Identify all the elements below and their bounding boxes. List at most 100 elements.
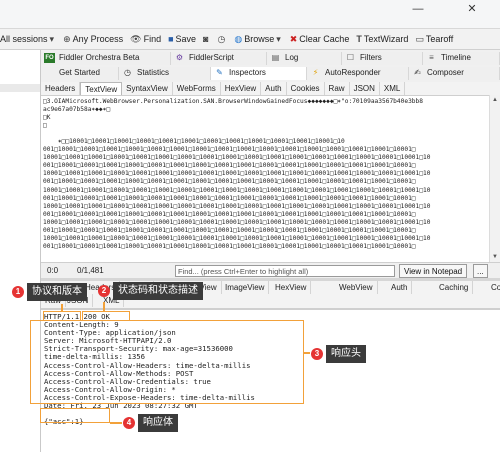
tab-autoresponder[interactable]: ⚡ AutoResponder [307, 67, 409, 80]
find-button[interactable]: 👁 Find [130, 34, 161, 45]
scroll-down-icon[interactable]: ▼ [492, 254, 498, 260]
request-body-line: 10001□10001□10001□10001□10001□10001□1000… [43, 170, 431, 178]
browse-label: Browse [244, 34, 275, 44]
response-tab-hexview[interactable]: HexView [271, 281, 312, 294]
request-body-line: 10001□10001□10001□10001□10001□10001□1000… [43, 186, 431, 194]
request-tab-auth[interactable]: Auth [261, 82, 287, 95]
script-icon: ⚙ [175, 53, 184, 62]
tab-row-2: Get Started ◷ Statistics ✎ Inspectors ⚡ AutoRe… [41, 67, 500, 80]
clock-icon: ◷ [124, 68, 131, 77]
filter-icon: ☐ [346, 53, 355, 62]
response-tab-webview[interactable]: WebView [335, 281, 378, 294]
request-tab-webforms[interactable]: WebForms [173, 82, 221, 95]
bolt-icon: ⚡ [312, 68, 319, 77]
body-highlight [40, 408, 110, 423]
close-button[interactable]: ✕ [452, 0, 492, 20]
main-toolbar: All sessions ▾ ⊕ Any Process 👁 Find ■ Sa… [0, 29, 500, 50]
response-tab-cookies[interactable]: Cookies [487, 281, 500, 294]
callout-1-label: 协议和版本 [27, 283, 87, 301]
tab-label: AutoResponder [325, 68, 381, 77]
textwizard-button[interactable]: T TextWizard [356, 34, 408, 44]
request-body-line: ac9e67a07b58a✶◆◆✶□ [43, 106, 111, 114]
request-tab-xml[interactable]: XML [380, 82, 406, 95]
response-header-line [44, 410, 497, 418]
selection-range: 0/1,481 [77, 266, 104, 275]
tab-log[interactable]: ▤ Log [267, 52, 342, 65]
clear-x-icon: ✖ [289, 33, 298, 44]
request-text-view[interactable]: □3.OIAMicrosoft.WebBrowser.Personalizati… [41, 95, 489, 262]
request-body-line: 001□10001□10001□10001□10001□10001□10001□… [43, 194, 416, 202]
timer-icon: ◷ [217, 33, 226, 44]
callout-3-label: 响应头 [326, 345, 366, 363]
request-body-line: 10001□10001□10001□10001□10001□10001□1000… [43, 154, 431, 162]
request-tab-syntaxview[interactable]: SyntaxView [122, 82, 173, 95]
callout-2-number: 2 [98, 285, 110, 297]
view-in-notepad-button[interactable]: View in Notepad [399, 264, 468, 278]
tab-label: Timeline [441, 53, 471, 62]
request-tab-hexview[interactable]: HexView [221, 82, 262, 95]
more-options-button[interactable]: ... [473, 264, 488, 278]
log-icon: ▤ [271, 53, 280, 62]
response-tab-imageview[interactable]: ImageView [221, 281, 270, 294]
tab-label: Fiddler Orchestra Beta [59, 53, 140, 62]
tab-label: Composer [427, 68, 464, 77]
fo-icon: FO [44, 53, 55, 63]
screenshot-button[interactable]: ◙ [203, 34, 210, 44]
session-row[interactable] [0, 84, 40, 92]
request-body-line: 10001□10001□10001□10001□10001□10001□1000… [43, 202, 431, 210]
tab-label: FiddlerScript [189, 53, 234, 62]
request-body-line [43, 130, 487, 138]
tab-label: Statistics [137, 68, 170, 77]
request-body-line: □3.OIAMicrosoft.WebBrowser.Personalizati… [43, 98, 423, 105]
request-status-bar: 0:0 0/1,481 Find... (press Ctrl+Enter to… [41, 262, 500, 278]
timer-button[interactable]: ◷ [217, 34, 227, 45]
request-tab-raw[interactable]: Raw [325, 82, 350, 95]
response-tab-auth[interactable]: Auth [387, 281, 413, 294]
tab-label: Log [285, 53, 299, 62]
request-body-line: □K [43, 114, 51, 122]
save-button[interactable]: ■ Save [168, 34, 196, 44]
any-process-label: Any Process [72, 34, 124, 44]
tab-composer[interactable]: ✍ Composer [409, 67, 500, 80]
tab-get-started[interactable]: Get Started [41, 67, 119, 80]
callout-2-label: 状态码和状态描述 [113, 282, 203, 300]
crosshair-icon: ⊕ [63, 33, 71, 44]
any-process-button[interactable]: ⊕ Any Process [63, 34, 123, 45]
tearoff-label: Tearoff [425, 34, 454, 44]
tearoff-icon: ▭ [415, 33, 424, 44]
tab-row-1: FO Fiddler Orchestra Beta ⚙ FiddlerScript ▤ L… [41, 52, 500, 65]
inspect-icon: ✎ [216, 68, 223, 77]
tab-fiddler-orchestra-beta[interactable]: FO Fiddler Orchestra Beta [41, 52, 171, 65]
chevron-down-icon: ▾ [49, 33, 55, 44]
textwizard-label: TextWizard [363, 34, 409, 44]
request-tab-textview[interactable]: TextView [80, 82, 123, 95]
tab-label: Get Started [59, 68, 100, 77]
request-tab-json[interactable]: JSON [350, 82, 380, 95]
request-body-line: 001□10001□10001□10001□10001□10001□10001□… [43, 210, 416, 218]
tab-filters[interactable]: ☐ Filters [342, 52, 423, 65]
scroll-up-icon[interactable]: ▲ [492, 97, 498, 103]
browse-button[interactable]: ◍ Browse ▾ [234, 34, 282, 45]
request-body-line: 001□10001□10001□10001□10001□10001□10001□… [43, 242, 416, 250]
request-body-line: 001□10001□10001□10001□10001□10001□10001□… [43, 146, 416, 154]
response-inspector-tabs: RawJSONXMLHeadersTextViewSyntaxViewImage… [41, 281, 500, 309]
tab-label: Filters [360, 53, 382, 62]
request-scrollbar[interactable]: ▲ ▼ [489, 95, 500, 262]
request-body-line: 10001□10001□10001□10001□10001□10001□1000… [43, 218, 431, 226]
connector-line-1 [61, 304, 63, 311]
chevron-down-icon: ▾ [276, 33, 281, 44]
timeline-icon: ≡ [429, 53, 434, 62]
request-body-text: □3.OIAMicrosoft.WebBrowser.Personalizati… [43, 98, 487, 251]
tab-statistics[interactable]: ◷ Statistics [119, 67, 211, 80]
tab-inspectors[interactable]: ✎ Inspectors [211, 67, 307, 80]
clear-cache-button[interactable]: ✖ Clear Cache [290, 34, 350, 45]
session-filter-dropdown[interactable]: All sessions ▾ [0, 34, 56, 45]
find-input[interactable]: Find... (press Ctrl+Enter to highlight a… [175, 265, 395, 277]
tearoff-button[interactable]: ▭ Tearoff [415, 34, 453, 45]
minimize-button[interactable]: — [398, 0, 438, 20]
tab-timeline[interactable]: ≡ Timeline [423, 52, 500, 65]
request-tab-cookies[interactable]: Cookies [287, 82, 325, 95]
tab-fiddlerscript[interactable]: ⚙ FiddlerScript [171, 52, 267, 65]
response-tab-caching[interactable]: Caching [435, 281, 474, 294]
request-tab-headers[interactable]: Headers [41, 82, 81, 95]
